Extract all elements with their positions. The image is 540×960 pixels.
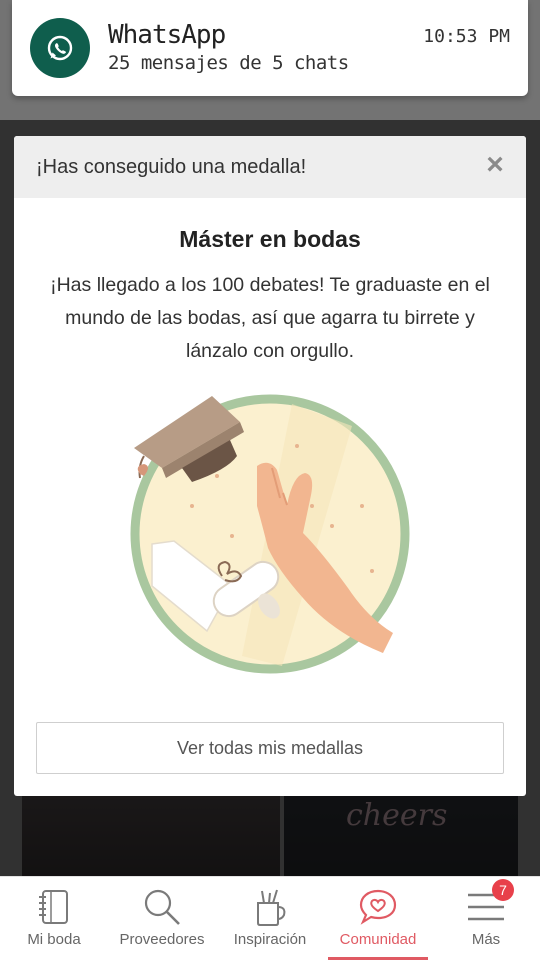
- bottom-navigation: Mi boda Proveedores Inspiración Comunida…: [0, 876, 540, 960]
- nav-label-mas: Más: [471, 931, 501, 948]
- search-icon: [140, 887, 184, 927]
- modal-header: ¡Has conseguido una medalla! ×: [14, 136, 526, 198]
- nav-item-proveedores[interactable]: Proveedores: [108, 877, 216, 960]
- notification-time: 10:53 PM: [423, 26, 510, 47]
- nav-item-comunidad[interactable]: Comunidad: [324, 877, 432, 960]
- medal-modal: ¡Has conseguido una medalla! × Máster en…: [14, 136, 526, 796]
- view-all-medals-button[interactable]: Ver todas mis medallas: [36, 722, 504, 774]
- nav-item-mi-boda[interactable]: Mi boda: [0, 877, 108, 960]
- nav-label-inspiracion: Inspiración: [233, 931, 307, 948]
- whatsapp-icon: [30, 18, 90, 78]
- modal-header-title: ¡Has conseguido una medalla!: [36, 155, 307, 178]
- graduation-cap-medal-icon: [130, 394, 410, 674]
- notification-message: 25 mensajes de 5 chats: [108, 52, 349, 74]
- whatsapp-notification[interactable]: WhatsApp 25 mensajes de 5 chats 10:53 PM: [12, 0, 528, 96]
- notification-badge: 7: [492, 879, 514, 901]
- nav-label-comunidad: Comunidad: [339, 931, 417, 948]
- chat-heart-icon: [356, 887, 400, 927]
- medal-title: Máster en bodas: [179, 226, 361, 252]
- nav-item-inspiracion[interactable]: Inspiración: [216, 877, 324, 960]
- close-icon[interactable]: ×: [480, 148, 510, 181]
- medal-description: ¡Has llegado a los 100 debates! Te gradu…: [50, 274, 490, 362]
- notebook-icon: [32, 887, 76, 927]
- nav-item-mas[interactable]: 7 Más: [432, 877, 540, 960]
- nav-label-mi-boda: Mi boda: [27, 931, 81, 948]
- notification-app-name: WhatsApp: [108, 20, 226, 50]
- nav-label-proveedores: Proveedores: [119, 931, 205, 948]
- pencil-cup-icon: [248, 887, 292, 927]
